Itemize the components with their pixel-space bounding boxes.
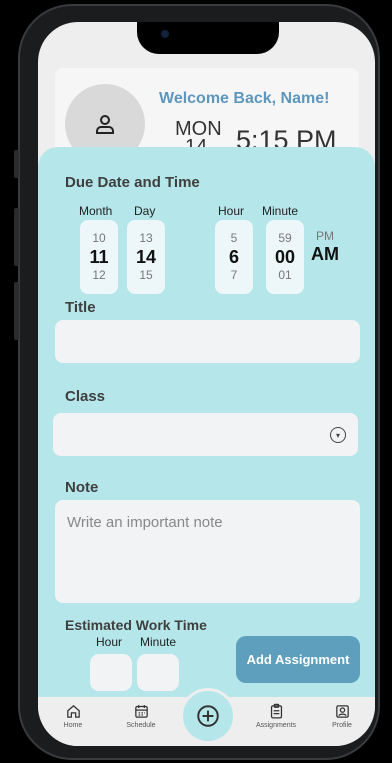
minute-picker[interactable]: 59 00 01 — [266, 220, 304, 294]
day-next: 15 — [139, 268, 153, 282]
notch — [137, 22, 279, 54]
month-current: 11 — [89, 247, 109, 267]
chevron-down-icon: ▾ — [330, 427, 346, 443]
add-assignment-button[interactable]: Add Assignment — [236, 636, 360, 683]
day-picker[interactable]: 13 14 15 — [127, 220, 165, 294]
due-date-title: Due Date and Time — [65, 174, 200, 191]
day-current: 14 — [135, 247, 157, 267]
note-textarea[interactable]: Write an important note — [55, 500, 360, 603]
class-select[interactable]: ▾ — [53, 413, 358, 456]
add-fab-button[interactable] — [180, 688, 236, 744]
hour-next: 7 — [230, 268, 238, 282]
nav-schedule-label: Schedule — [126, 722, 156, 729]
note-placeholder: Write an important note — [67, 514, 223, 531]
nav-assignments-label: Assignments — [255, 722, 297, 729]
day-label: Day — [134, 204, 156, 218]
ampm-current[interactable]: AM — [311, 244, 339, 265]
plus-circle-icon — [197, 705, 219, 727]
month-picker[interactable]: 10 11 12 — [80, 220, 118, 294]
clipboard-icon — [270, 703, 282, 719]
work-time-label: Estimated Work Time — [65, 617, 207, 633]
minute-prev: 59 — [278, 231, 292, 245]
work-hour-label: Hour — [96, 635, 123, 649]
volume-up-button — [14, 208, 19, 266]
home-icon — [66, 704, 80, 718]
nav-home[interactable]: Home — [43, 703, 103, 729]
calendar-icon — [134, 705, 148, 718]
work-minute-input[interactable] — [137, 654, 179, 691]
assignment-sheet: Due Date and Time Month Day Hour Minute … — [38, 147, 375, 707]
hour-label: Hour — [218, 204, 245, 218]
nav-profile[interactable]: Profile — [312, 703, 372, 729]
month-prev: 10 — [92, 231, 106, 245]
nav-profile-label: Profile — [332, 722, 352, 729]
month-label: Month — [79, 204, 113, 218]
title-input[interactable] — [55, 320, 360, 363]
class-label: Class — [65, 388, 106, 405]
work-minute-label: Minute — [140, 635, 177, 649]
nav-home-label: Home — [63, 722, 83, 729]
minute-next: 01 — [278, 268, 292, 282]
user-icon — [96, 115, 114, 134]
hour-prev: 5 — [230, 231, 238, 245]
app-screen: Welcome Back, Name! MON 14 5:15 PM Due D… — [38, 22, 375, 746]
note-label: Note — [65, 479, 99, 496]
volume-down-button — [14, 282, 19, 340]
minute-label: Minute — [262, 204, 299, 218]
hour-current: 6 — [228, 247, 239, 267]
mute-switch — [14, 150, 19, 178]
hour-picker[interactable]: 5 6 7 — [215, 220, 253, 294]
welcome-text: Welcome Back, Name! — [159, 90, 330, 107]
month-next: 12 — [92, 268, 106, 282]
work-hour-input[interactable] — [90, 654, 132, 691]
nav-assignments[interactable]: Assignments — [246, 703, 306, 729]
camera — [161, 30, 169, 38]
minute-current: 00 — [274, 247, 296, 267]
day-prev: 13 — [139, 231, 153, 245]
ampm-prev[interactable]: PM — [316, 229, 334, 243]
profile-icon — [335, 705, 349, 718]
title-label: Title — [65, 299, 96, 316]
nav-schedule[interactable]: Schedule — [111, 703, 171, 729]
